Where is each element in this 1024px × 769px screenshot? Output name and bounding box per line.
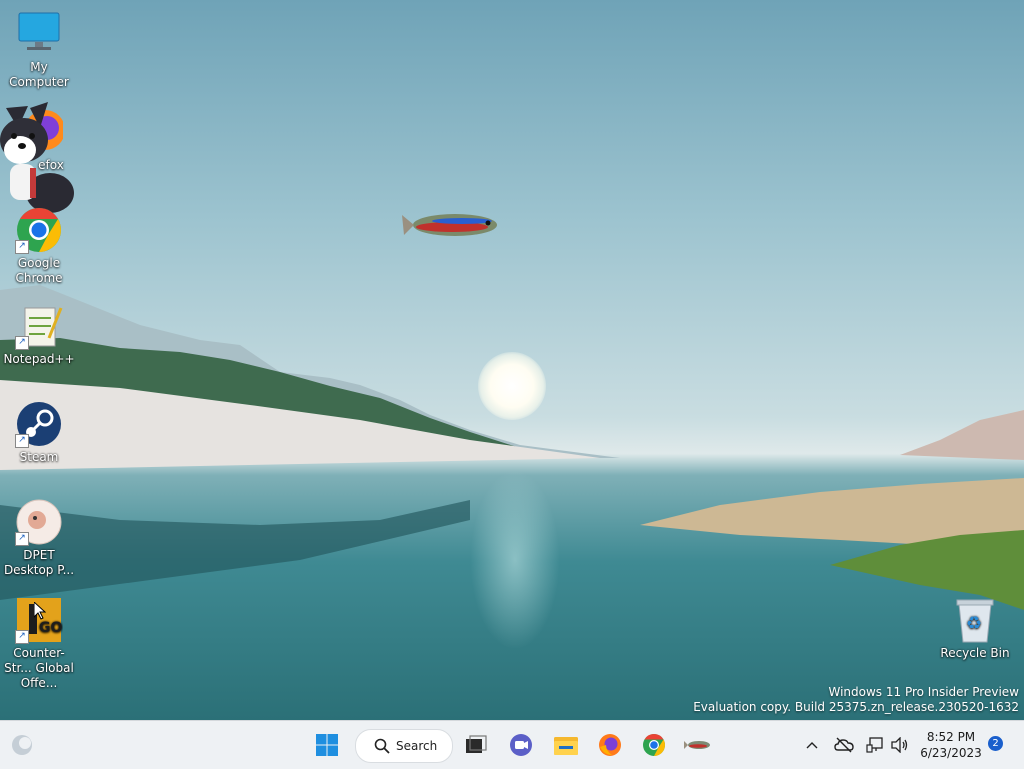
dpet-icon: ↗ [15,498,63,546]
desktop-icon-steam[interactable]: ↗ Steam [0,400,78,465]
watermark-line1: Windows 11 Pro Insider Preview [828,685,1019,699]
clock-time: 8:52 PM [926,730,976,744]
search-label: Search [396,739,438,753]
desktop-icon-label: Notepad++ [3,352,75,366]
volume-icon [891,737,908,753]
shortcut-arrow-icon: ↗ [15,532,29,546]
task-view-icon [466,735,487,753]
chrome-icon: ↗ [15,206,63,254]
volume-button[interactable] [888,733,912,757]
desktop-icon-dpet[interactable]: ↗ DPET Desktop P... [0,498,78,578]
desktop-fish-pet[interactable] [400,205,504,245]
mouse-cursor-icon [34,602,46,620]
chevron-up-icon [806,742,818,749]
shortcut-arrow-icon: ↗ [15,336,29,350]
desktop-icon-label: DPET Desktop P... [3,548,75,577]
firefox-icon [599,734,621,756]
desktop-icon-recycle-bin[interactable]: ♻ Recycle Bin [936,596,1014,661]
taskbar-clock[interactable]: 8:52 PM 6/23/2023 [916,729,986,761]
sun-reflection [470,470,560,650]
teams-meet-button[interactable] [505,729,537,761]
evaluation-watermark: Windows 11 Pro Insider Preview Evaluatio… [693,685,1019,715]
shortcut-arrow-icon: ↗ [15,240,29,254]
monitor-icon [15,10,63,58]
network-button[interactable] [864,733,888,757]
recycle-bin-icon: ♻ [951,596,999,644]
notification-badge[interactable]: 2 [988,736,1003,751]
desktop-icon-label: My Computer [9,60,69,89]
teams-meet-icon [510,734,532,756]
widgets-button[interactable] [6,729,38,761]
onedrive-status-button[interactable] [832,733,856,757]
chrome-icon [643,734,665,756]
svg-text:GO: GO [39,620,62,636]
sun-glow [478,352,546,420]
desktop-icon-notepadpp[interactable]: ↗ Notepad++ [0,302,78,367]
fish-app-button[interactable] [682,729,714,761]
shortcut-arrow-icon: ↗ [15,434,29,448]
svg-text:♻: ♻ [966,613,982,634]
taskbar: Search 8:52 PM 6/23/2023 [0,720,1024,769]
onedrive-offline-icon [834,737,854,753]
desktop-icon-google-chrome[interactable]: ↗ Google Chrome [0,206,78,286]
network-icon [866,737,883,753]
widgets-icon [12,735,32,755]
task-view-button[interactable] [460,729,492,761]
desktop-icon-label: Google Chrome [15,256,63,285]
desktop-icon-label: Counter-Str... Global Offe... [4,646,74,690]
clock-date: 6/23/2023 [920,746,982,760]
file-explorer-button[interactable] [550,729,582,761]
watermark-line2: Evaluation copy. Build 25375.zn_release.… [693,700,1019,714]
file-explorer-icon [554,737,578,755]
firefox-taskbar-button[interactable] [594,729,626,761]
chrome-taskbar-button[interactable] [638,729,670,761]
taskbar-search-box[interactable]: Search [355,729,453,763]
start-button[interactable] [311,729,343,761]
notepadpp-icon: ↗ [15,302,63,350]
shortcut-arrow-icon: ↗ [15,630,29,644]
husky-pet[interactable] [0,98,78,220]
start-icon [316,734,338,756]
steam-icon: ↗ [15,400,63,448]
fish-app-icon [684,741,710,749]
desktop[interactable]: My Computer efox ↗ Google Chrome ↗ Notep… [0,0,1024,720]
desktop-icon-label: Steam [19,450,59,464]
show-hidden-icons-button[interactable] [800,733,824,757]
desktop-icon-label: Recycle Bin [940,646,1010,660]
desktop-icon-my-computer[interactable]: My Computer [0,10,78,90]
search-icon [374,738,390,754]
